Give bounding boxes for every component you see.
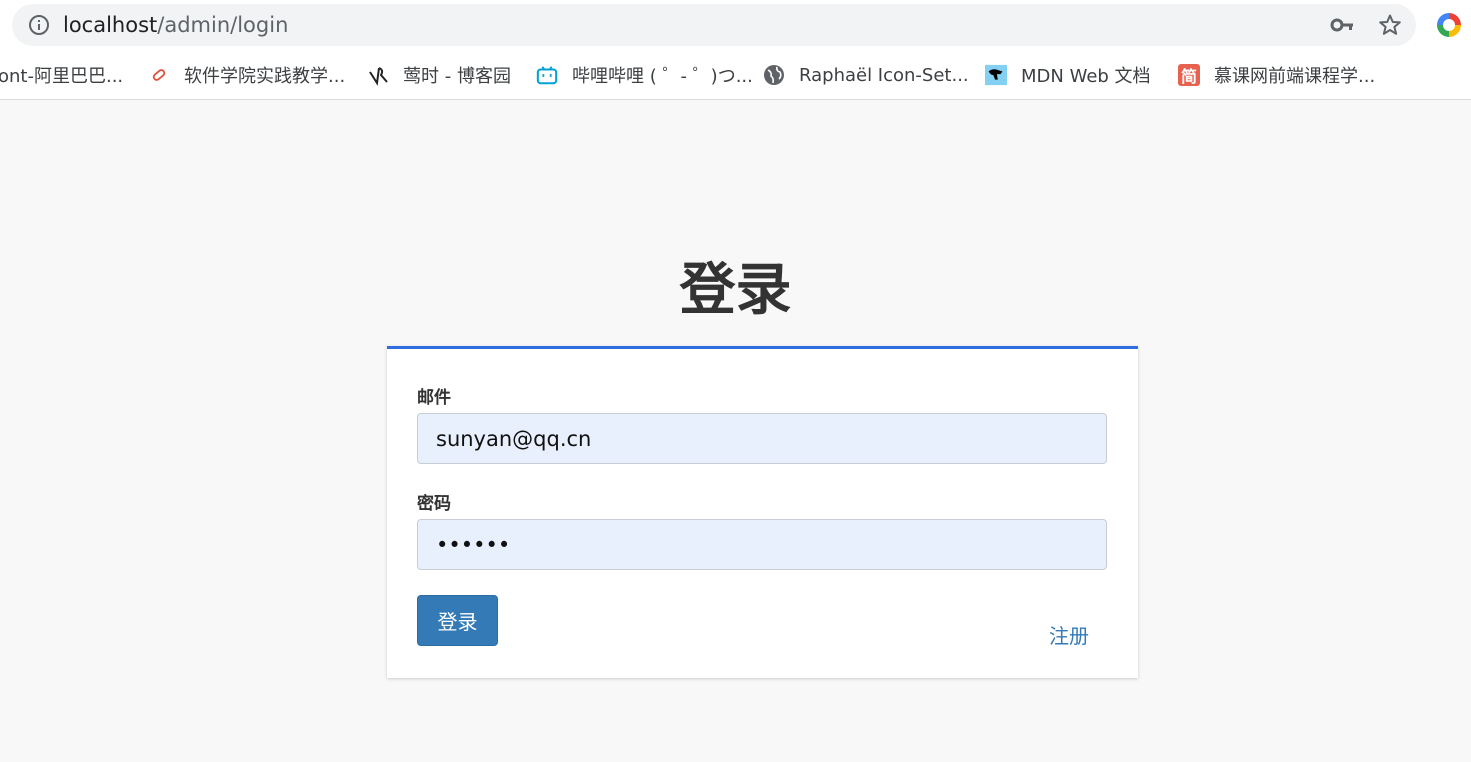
bookmark-jianshu[interactable]: 简 慕课网前端课程学... bbox=[1178, 62, 1375, 88]
bookmark-star-icon[interactable] bbox=[1378, 13, 1402, 37]
bookmark-label: Raphaël Icon-Set... bbox=[799, 64, 969, 86]
email-label: 邮件 bbox=[417, 388, 451, 408]
key-icon[interactable] bbox=[1330, 15, 1354, 35]
email-field[interactable] bbox=[417, 413, 1107, 464]
bookmark-alibaba[interactable]: ont-阿里巴巴... bbox=[0, 62, 123, 88]
bookmark-label: 哔哩哔哩 ( ゜- ゜)つ... bbox=[572, 66, 753, 87]
login-button[interactable]: 登录 bbox=[417, 595, 498, 646]
url-host: localhost bbox=[63, 13, 158, 37]
extension-icon[interactable] bbox=[1437, 13, 1461, 37]
bookmark-label: 慕课网前端课程学... bbox=[1214, 66, 1376, 87]
password-label: 密码 bbox=[417, 494, 451, 514]
jian-icon: 简 bbox=[1178, 64, 1200, 86]
bookmark-label: ont-阿里巴巴... bbox=[0, 66, 124, 87]
bookmark-software-college[interactable]: 软件学院实践教学... bbox=[148, 62, 345, 88]
bookmarks-bar: ont-阿里巴巴... 软件学院实践教学... 莺时 - 博客园 哔哩哔哩 ( … bbox=[0, 52, 1471, 100]
globe-icon bbox=[763, 64, 785, 86]
login-form-card: 邮件 密码 登录 注册 bbox=[387, 346, 1138, 678]
link-icon bbox=[148, 64, 170, 86]
bookmark-label: MDN Web 文档 bbox=[1021, 66, 1151, 87]
mdn-icon bbox=[985, 64, 1007, 86]
page-title: 登录 bbox=[679, 258, 792, 323]
info-icon[interactable] bbox=[29, 15, 49, 35]
bookmark-mdn[interactable]: MDN Web 文档 bbox=[985, 62, 1151, 88]
password-field[interactable] bbox=[417, 519, 1107, 570]
bookmark-cnblogs[interactable]: 莺时 - 博客园 bbox=[367, 62, 511, 88]
bookmark-raphael[interactable]: Raphaël Icon-Set... bbox=[763, 62, 969, 88]
bilibili-icon bbox=[536, 64, 558, 86]
register-link[interactable]: 注册 bbox=[1049, 620, 1089, 649]
bookmark-bilibili[interactable]: 哔哩哔哩 ( ゜- ゜)つ... bbox=[536, 62, 753, 88]
bookmark-label: 软件学院实践教学... bbox=[184, 66, 346, 87]
url-path: /admin/login bbox=[157, 13, 289, 37]
bookmark-label: 莺时 - 博客园 bbox=[403, 66, 511, 87]
address-bar[interactable]: localhost/admin/login bbox=[12, 4, 1416, 46]
browser-toolbar: localhost/admin/login bbox=[0, 0, 1471, 52]
blog-icon bbox=[367, 64, 389, 86]
url-text[interactable]: localhost/admin/login bbox=[63, 13, 288, 37]
